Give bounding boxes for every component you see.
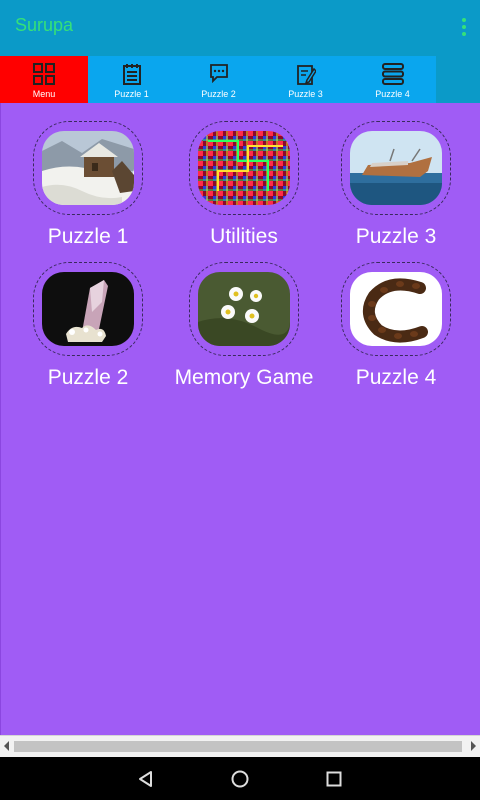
snowy-cabin-photo <box>42 131 134 205</box>
system-nav-bar <box>0 757 480 800</box>
scroll-left-icon[interactable] <box>4 741 9 751</box>
menu-grid: Puzzle 1 Utilities Puzzle 3 Puzzle 2 Mem… <box>0 103 480 735</box>
chat-icon <box>209 64 228 83</box>
tile-puzzle-3[interactable]: Puzzle 3 <box>321 121 471 249</box>
tile-utilities[interactable]: Utilities <box>169 121 319 249</box>
tab-puzzle-2[interactable]: Puzzle 2 <box>175 56 262 103</box>
tile-frame <box>189 121 299 215</box>
tile-label: Puzzle 1 <box>47 225 129 248</box>
tile-puzzle-4[interactable]: Puzzle 4 <box>321 262 471 390</box>
tile-frame <box>341 262 451 356</box>
edit-note-icon <box>296 65 316 85</box>
tab-puzzle-3[interactable]: Puzzle 3 <box>262 56 349 103</box>
tab-label: Puzzle 2 <box>201 89 236 99</box>
tile-frame <box>33 121 143 215</box>
tab-label: Puzzle 1 <box>114 89 149 99</box>
recents-icon <box>326 771 342 786</box>
tab-label: Puzzle 3 <box>288 89 323 99</box>
back-button[interactable] <box>116 757 176 800</box>
daisies-photo <box>198 272 290 346</box>
scrollbar-thumb[interactable] <box>14 741 462 752</box>
notepad-icon <box>122 64 141 85</box>
tab-bar-end <box>436 56 480 103</box>
overflow-menu-icon[interactable] <box>458 18 470 40</box>
tab-label: Menu <box>32 89 56 99</box>
stack-icon <box>381 63 404 85</box>
tile-frame <box>33 262 143 356</box>
tile-label: Puzzle 3 <box>355 225 437 248</box>
tile-label: Puzzle 2 <box>47 366 129 389</box>
app-bar: Surupa <box>0 0 480 56</box>
tile-label: Utilities <box>210 225 278 248</box>
shipwreck-photo <box>350 131 442 205</box>
crystal-photo <box>42 272 134 346</box>
tile-memory-game[interactable]: Memory Game <box>169 262 319 390</box>
tile-puzzle-1[interactable]: Puzzle 1 <box>13 121 163 249</box>
grid-icon <box>33 63 55 85</box>
recents-button[interactable] <box>304 757 364 800</box>
tile-label: Memory Game <box>174 366 314 389</box>
tab-menu[interactable]: Menu <box>0 56 88 103</box>
neon-pattern-photo <box>198 131 290 205</box>
coffee-beans-photo <box>350 272 442 346</box>
scroll-right-icon[interactable] <box>471 741 476 751</box>
tile-frame <box>341 121 451 215</box>
tab-bar: Menu Puzzle 1 Puzzle 2 Puzzle 3 Puzzle 4 <box>0 56 480 103</box>
app-title: Surupa <box>15 15 74 35</box>
tab-puzzle-4[interactable]: Puzzle 4 <box>349 56 436 103</box>
tile-puzzle-2[interactable]: Puzzle 2 <box>13 262 163 390</box>
home-icon <box>231 770 249 787</box>
tab-label: Puzzle 4 <box>375 89 410 99</box>
tab-puzzle-1[interactable]: Puzzle 1 <box>88 56 175 103</box>
back-icon <box>139 770 152 787</box>
home-button[interactable] <box>210 757 270 800</box>
tile-frame <box>189 262 299 356</box>
horizontal-scrollbar[interactable] <box>0 735 480 757</box>
tile-label: Puzzle 4 <box>355 366 437 389</box>
